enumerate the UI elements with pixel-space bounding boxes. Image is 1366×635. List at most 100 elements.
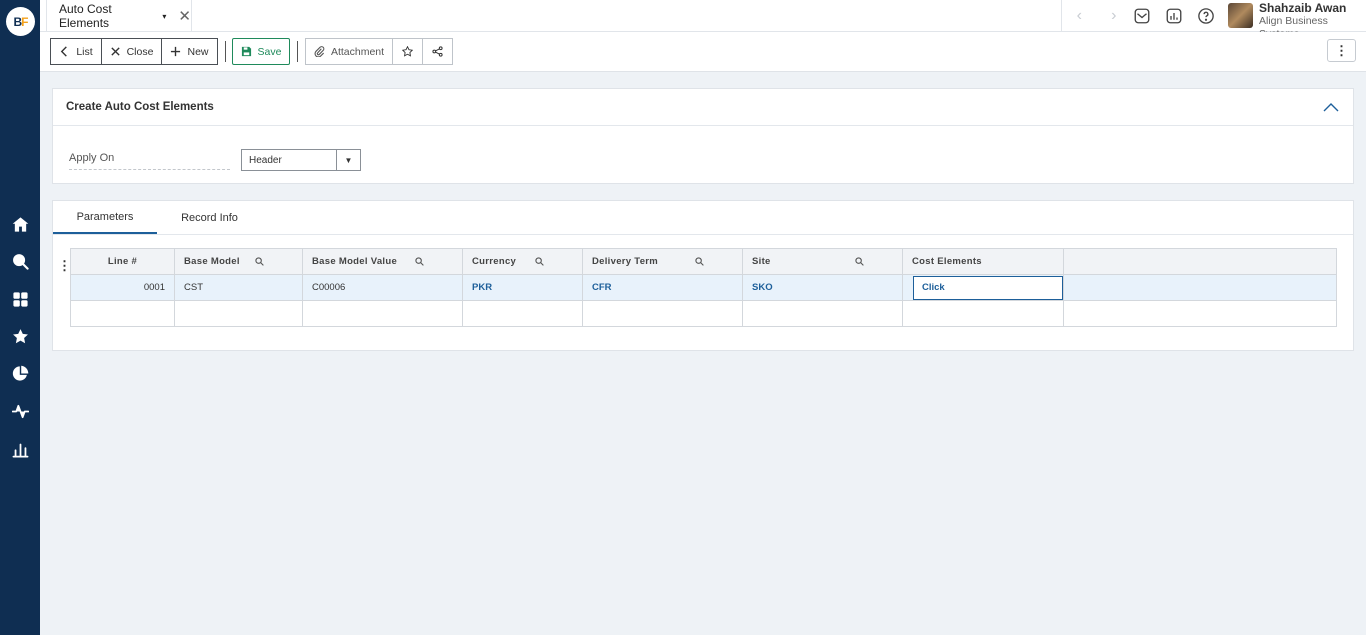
parameters-panel: Parameters Record Info ⋮ Line # Base Mod… [52, 200, 1354, 351]
column-header-delivery-term[interactable]: Delivery Term [582, 248, 743, 275]
column-header-delivery-term-label: Delivery Term [592, 256, 659, 267]
currency-link[interactable]: PKR [472, 282, 492, 293]
attachment-button[interactable]: Attachment [305, 38, 393, 65]
activity-icon[interactable] [10, 401, 30, 421]
column-header-currency-label: Currency [472, 256, 517, 267]
logo-letter-b: B [13, 14, 22, 29]
top-bar: Auto Cost Elements ▾ ✕ ‹ › Shahzaib Awan… [40, 0, 1366, 40]
apply-on-select[interactable]: Header ▼ [241, 149, 361, 171]
cell-empty[interactable] [302, 300, 463, 327]
cell-site[interactable]: SKO [742, 274, 903, 301]
app-logo[interactable]: BF [6, 7, 35, 36]
toolbar-divider [297, 41, 298, 62]
column-header-currency[interactable]: Currency [462, 248, 583, 275]
chevron-up-icon[interactable] [1323, 100, 1339, 114]
more-options-button[interactable]: ⋮ [1327, 39, 1356, 62]
bar-chart-icon[interactable] [10, 439, 30, 459]
pie-chart-icon[interactable] [10, 363, 30, 383]
new-button[interactable]: New [161, 38, 218, 65]
logo-letter-f: F [21, 14, 28, 29]
left-nav-rail: BF [0, 0, 40, 635]
cell-empty[interactable] [462, 300, 583, 327]
column-header-line[interactable]: Line # [70, 248, 175, 275]
column-header-cost-elements[interactable]: Cost Elements [902, 248, 1064, 275]
close-button-label: Close [126, 45, 154, 58]
chevron-down-icon[interactable]: ▾ [162, 12, 166, 21]
attachment-button-label: Attachment [330, 45, 385, 58]
grid-header-row: Line # Base Model Base Model Value Curre… [70, 248, 1337, 275]
share-button[interactable] [422, 38, 453, 65]
user-name: Shahzaib Awan [1259, 1, 1347, 15]
cell-filler [1063, 274, 1337, 301]
close-icon [110, 47, 120, 56]
cost-elements-click-button[interactable]: Click [913, 275, 1063, 300]
column-search-icon[interactable] [535, 257, 544, 266]
avatar[interactable] [1228, 3, 1253, 28]
tab-strip: Parameters Record Info [53, 201, 1353, 235]
mail-icon[interactable] [1132, 6, 1152, 26]
column-header-site-label: Site [752, 256, 771, 267]
panel-title: Create Auto Cost Elements [53, 89, 1353, 126]
column-search-icon[interactable] [255, 257, 264, 266]
cell-base-model[interactable]: CST [174, 274, 303, 301]
paperclip-icon [314, 46, 325, 57]
favorite-button[interactable] [392, 38, 423, 65]
column-header-line-label: Line # [107, 256, 138, 267]
close-button[interactable]: Close [101, 38, 162, 65]
cell-empty[interactable] [582, 300, 743, 327]
search-icon[interactable] [10, 251, 30, 271]
column-search-icon[interactable] [695, 257, 704, 266]
star-icon[interactable] [10, 326, 30, 346]
help-icon[interactable] [1196, 6, 1216, 26]
site-link[interactable]: SKO [752, 282, 773, 293]
toolbar-divider [225, 41, 226, 62]
column-header-base-model-value[interactable]: Base Model Value [302, 248, 463, 275]
cell-empty[interactable] [70, 300, 175, 327]
save-button-label: Save [257, 45, 282, 58]
tab-parameters[interactable]: Parameters [53, 201, 157, 234]
column-search-icon[interactable] [415, 257, 424, 266]
document-tab[interactable]: Auto Cost Elements ▾ ✕ [46, 0, 192, 32]
cell-line[interactable]: 0001 [70, 274, 175, 301]
delivery-term-link[interactable]: CFR [592, 282, 612, 293]
plus-icon [171, 46, 181, 57]
share-icon [432, 46, 443, 57]
cell-filler [1063, 300, 1337, 327]
table-row[interactable]: 0001 CST C00006 PKR CFR SKO Click [70, 274, 1337, 301]
list-button[interactable]: List [50, 38, 102, 65]
apps-icon[interactable] [10, 289, 30, 309]
column-header-base-model-label: Base Model [184, 256, 240, 267]
column-header-base-model[interactable]: Base Model [174, 248, 303, 275]
dropdown-arrow-icon[interactable]: ▼ [336, 150, 360, 170]
home-icon[interactable] [10, 214, 30, 234]
column-header-cost-elements-label: Cost Elements [912, 256, 982, 267]
record-navigation: ‹ › [1061, 0, 1131, 32]
next-record-icon[interactable]: › [1111, 7, 1116, 25]
cell-empty[interactable] [174, 300, 303, 327]
chevron-left-icon [61, 46, 68, 57]
save-button[interactable]: Save [232, 38, 290, 65]
toolbar: List Close New Save Attachment ⋮ [40, 32, 1366, 72]
previous-record-icon[interactable]: ‹ [1077, 7, 1082, 25]
table-row-empty[interactable] [70, 300, 1337, 327]
apply-on-label: Apply On [69, 152, 230, 170]
cell-cost-elements[interactable]: Click [902, 274, 1064, 301]
column-header-site[interactable]: Site [742, 248, 903, 275]
column-header-base-model-value-label: Base Model Value [312, 256, 398, 267]
cell-base-model-value[interactable]: C00006 [302, 274, 463, 301]
cell-empty[interactable] [902, 300, 1064, 327]
cell-delivery-term[interactable]: CFR [582, 274, 743, 301]
create-form-panel: Create Auto Cost Elements Apply On Heade… [52, 88, 1354, 184]
cell-empty[interactable] [742, 300, 903, 327]
column-search-icon[interactable] [855, 257, 864, 266]
cell-currency[interactable]: PKR [462, 274, 583, 301]
report-icon[interactable] [1164, 6, 1184, 26]
close-tab-icon[interactable]: ✕ [178, 7, 191, 25]
tab-record-info[interactable]: Record Info [171, 201, 248, 234]
column-header-filler [1063, 248, 1337, 275]
list-button-label: List [76, 45, 93, 58]
apply-on-value: Header [249, 154, 282, 166]
star-outline-icon [402, 46, 413, 57]
parameters-grid: Line # Base Model Base Model Value Curre… [70, 248, 1337, 327]
new-button-label: New [187, 45, 209, 58]
